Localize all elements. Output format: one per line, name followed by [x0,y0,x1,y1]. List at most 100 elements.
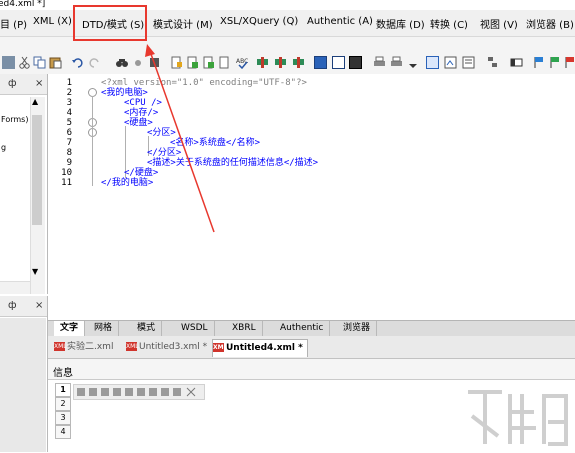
code-line-3: <CPU /> [124,98,162,108]
xml-file-icon: XML [54,342,67,351]
doc-tab-label: Untitled4.xml * [226,343,303,353]
line-number: 10 [61,168,72,178]
project-tree-text-2: g [1,143,7,152]
xquery-icon[interactable] [462,56,475,69]
line-number: 11 [61,178,72,188]
line-number: 6 [66,128,72,138]
toolbar-icon-1[interactable] [2,56,15,69]
tab-authentic[interactable]: Authentic [274,321,331,336]
table-icon[interactable] [510,56,523,69]
code-line-8: </分区> [147,148,182,158]
info-side-panel-body [0,318,46,452]
cut-icon[interactable] [18,56,31,69]
info-side-tab-4[interactable]: 4 [55,425,71,439]
fold-guide [92,96,93,186]
tab-schema[interactable]: 模式 [131,321,163,336]
info-toolbar [73,384,205,400]
document-tabs: XML实验二.xml XMLUntitled3.xml * XMLUntitle… [48,336,575,359]
paste-icon[interactable] [49,56,62,69]
tab-browser[interactable]: 浏览器 [337,321,378,336]
line-number: 5 [66,118,72,128]
project-tree-text-1: Forms) [1,115,29,124]
undo-icon[interactable] [71,56,84,69]
menu-item-database[interactable]: 数据库 (D) [376,16,425,31]
watermark-logo [462,382,572,450]
transform-icon[interactable] [292,56,305,69]
browser-view-icon[interactable] [426,56,439,69]
code-line-2: <我的电脑> [101,88,148,98]
document-icon[interactable] [218,56,231,69]
line-number: 7 [66,138,72,148]
view-tabs: 文字 网格 模式 WSDL XBRL Authentic 浏览器 [48,320,575,336]
code-line-7: <名称>系统盘</名称> [170,138,261,148]
doc-tab-experiment2[interactable]: XML实验二.xml [54,339,113,356]
text-view-icon[interactable] [314,56,327,69]
dropdown-arrow-icon[interactable] [407,56,420,69]
copy-icon[interactable] [33,56,46,69]
xml-file-icon: XML [126,342,139,351]
check-well-formed-icon[interactable] [274,56,287,69]
find-icon[interactable] [115,56,128,69]
line-number: 9 [66,158,72,168]
info-side-tab-3[interactable]: 3 [55,411,71,425]
doc-tab-label: Untitled3.xml * [139,342,208,352]
close-icon-2[interactable]: × [35,300,43,311]
menu-item-view[interactable]: 视图 (V) [480,16,518,31]
pin-icon-2[interactable]: ф [8,300,17,311]
tab-xbrl[interactable]: XBRL [226,321,263,336]
schema-view-icon[interactable] [349,56,362,69]
scroll-up-icon[interactable]: ▲ [32,97,38,106]
spellcheck-icon[interactable]: ABC [236,56,249,70]
new-document-icon[interactable] [170,56,183,69]
svg-text:ABC: ABC [236,58,248,65]
bookmark-next-icon[interactable] [548,56,561,69]
redo-icon[interactable] [88,56,101,69]
info-side-tab-1[interactable]: 1 [55,383,71,397]
project-panel-hscroll[interactable] [0,281,30,294]
find-next-icon[interactable] [132,56,145,69]
project-panel-scroll-thumb[interactable] [32,115,42,225]
project-panel-header: ф × [0,74,47,95]
bookmark-clear-icon[interactable] [563,56,575,69]
print-icon[interactable] [373,56,386,69]
window-title: ed4.xml *] [0,0,46,9]
doc-tab-untitled3[interactable]: XMLUntitled3.xml * [126,339,207,356]
doc-tab-untitled4[interactable]: XMLUntitled4.xml * [212,339,308,357]
print-preview-icon[interactable] [390,56,403,69]
doc-tab-label: 实验二.xml [67,342,114,352]
menu-item-xml[interactable]: XML (X) [33,16,72,27]
line-number: 1 [66,78,72,88]
toolbar: ABC [0,37,575,75]
info-panel-title: 信息 [53,368,73,379]
info-side-panel-header: ф × [0,296,47,317]
open-document-icon[interactable] [186,56,199,69]
tree-icon[interactable] [486,56,499,69]
info-panel-header [48,359,575,379]
scroll-down-icon[interactable]: ▼ [32,267,38,276]
tab-text[interactable]: 文字 [54,321,86,336]
tab-grid[interactable]: 网格 [88,321,120,336]
code-line-4: <内存/> [124,108,159,118]
save-icon[interactable] [202,56,215,69]
xslt-icon[interactable] [444,56,457,69]
menu-item-schema-design[interactable]: 模式设计 (M) [153,16,213,31]
line-number: 2 [66,88,72,98]
menu-item-xsl-xquery[interactable]: XSL/XQuery (Q) [220,16,298,27]
pin-icon[interactable]: ф [8,78,17,89]
replace-icon[interactable] [148,56,161,69]
info-side-tab-2[interactable]: 2 [55,397,71,411]
code-line-10: </硬盘> [124,168,159,178]
validate-icon[interactable] [256,56,269,69]
menu-item-convert[interactable]: 转换 (C) [430,16,468,31]
tab-wsdl[interactable]: WSDL [175,321,215,336]
bookmark-icon[interactable] [532,56,545,69]
code-line-5: <硬盘> [124,118,153,128]
menu-item-browser[interactable]: 浏览器 (B) [526,16,574,31]
menu-item-project[interactable]: 目 (P) [0,16,27,31]
menu-item-authentic[interactable]: Authentic (A) [307,16,373,27]
code-line-1: <?xml version="1.0" encoding="UTF-8"?> [101,78,307,88]
line-number: 4 [66,108,72,118]
line-number: 8 [66,148,72,158]
close-icon[interactable]: × [35,78,43,89]
grid-view-icon[interactable] [332,56,345,69]
